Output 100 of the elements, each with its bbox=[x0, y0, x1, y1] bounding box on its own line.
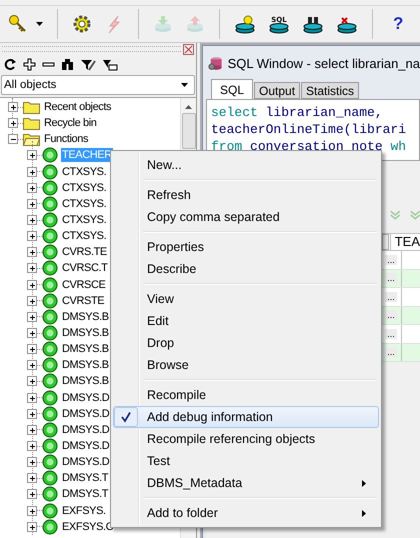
tree-item[interactable]: CTXSYS. bbox=[61, 213, 108, 228]
tree-item[interactable]: EXFSYS. bbox=[61, 504, 107, 518]
menu-item[interactable]: Describe bbox=[113, 258, 379, 280]
expand-icon[interactable] bbox=[27, 328, 37, 338]
scroll-thumb[interactable] bbox=[182, 113, 196, 149]
object-filter-dropdown[interactable]: All objects bbox=[1, 75, 195, 95]
expand-icon[interactable] bbox=[27, 473, 37, 484]
expand-icon[interactable] bbox=[27, 247, 37, 258]
expand-icon[interactable] bbox=[27, 150, 37, 160]
function-icon bbox=[42, 390, 58, 406]
menu-item[interactable]: Browse bbox=[113, 354, 379, 376]
tree-item[interactable]: CTXSYS. bbox=[61, 164, 108, 179]
menu-item[interactable]: Test bbox=[113, 450, 379, 472]
expand-icon[interactable] bbox=[27, 344, 37, 354]
expand-icon[interactable] bbox=[27, 489, 37, 500]
expand-icon[interactable] bbox=[27, 392, 37, 403]
menu-item[interactable]: Properties bbox=[113, 236, 379, 258]
tree-item[interactable]: DMSYS.B bbox=[61, 358, 110, 372]
tab[interactable]: SQL bbox=[211, 79, 254, 99]
tree-item[interactable]: DMSYS.D bbox=[61, 439, 110, 454]
tree-item[interactable]: Recent objects bbox=[43, 100, 112, 114]
database-import-icon bbox=[153, 14, 173, 34]
function-icon bbox=[42, 373, 58, 390]
function-icon bbox=[42, 518, 58, 535]
expand-icon[interactable] bbox=[27, 506, 37, 516]
menu-item[interactable]: DBMS_Metadata bbox=[113, 472, 379, 494]
row-detail-button[interactable]: ... bbox=[385, 254, 397, 265]
caret-icon bbox=[181, 83, 188, 87]
tree-item[interactable]: CVRSTE bbox=[61, 294, 106, 308]
expand-icon[interactable] bbox=[27, 360, 37, 370]
tree-item[interactable]: CVRSC.T bbox=[61, 261, 108, 276]
menu-item[interactable]: Recompile bbox=[113, 384, 379, 406]
tree-item[interactable]: CVRS.TE bbox=[61, 245, 108, 260]
row-detail-button[interactable]: ... bbox=[385, 347, 397, 358]
menu-item[interactable]: View bbox=[113, 288, 379, 310]
function-icon bbox=[42, 260, 58, 276]
add-icon[interactable] bbox=[23, 58, 36, 70]
function-icon bbox=[42, 276, 58, 293]
help-button[interactable]: ? bbox=[383, 10, 414, 38]
tree-item[interactable]: DMSYS.B bbox=[61, 374, 110, 388]
function-icon bbox=[42, 147, 58, 164]
expand-icon[interactable] bbox=[8, 102, 18, 112]
row-detail-button[interactable]: ... bbox=[385, 310, 397, 320]
tree-item[interactable]: DMSYS.D bbox=[61, 455, 110, 470]
tree-item[interactable]: CTXSYS. bbox=[61, 229, 108, 244]
grid-corner[interactable] bbox=[382, 234, 389, 250]
tree-item[interactable]: DMSYS.D bbox=[61, 422, 110, 437]
expand-icon[interactable] bbox=[27, 166, 37, 177]
expand-icon[interactable] bbox=[27, 457, 37, 468]
expand-icon[interactable] bbox=[27, 408, 37, 419]
menu-item[interactable]: Recompile referencing objects bbox=[113, 428, 379, 450]
expand-icon[interactable] bbox=[27, 280, 37, 290]
row-detail-button[interactable]: ... bbox=[385, 292, 397, 302]
folder-icon bbox=[23, 116, 40, 130]
expand-icon[interactable] bbox=[27, 424, 37, 435]
tree-item[interactable]: DMSYS.T bbox=[61, 471, 110, 486]
refresh-icon[interactable] bbox=[4, 58, 17, 70]
tree-item[interactable]: EXFSYS.C bbox=[61, 520, 114, 534]
filter-icon[interactable] bbox=[102, 58, 118, 70]
tree-item[interactable]: DMSYS.D bbox=[61, 406, 110, 421]
expand-icon[interactable] bbox=[27, 263, 37, 274]
expand-icon[interactable] bbox=[27, 522, 37, 532]
binoculars-icon[interactable] bbox=[61, 58, 74, 70]
menu-item[interactable]: Refresh bbox=[113, 184, 379, 206]
tree-item[interactable]: DMSYS.B bbox=[61, 342, 110, 356]
expand-icon[interactable] bbox=[27, 312, 37, 322]
tree-item[interactable]: DMSYS.T bbox=[61, 487, 110, 502]
column-header[interactable]: TEA bbox=[390, 234, 420, 250]
expand-icon[interactable] bbox=[27, 215, 37, 226]
scroll-up-icon[interactable] bbox=[185, 105, 192, 109]
tab[interactable]: Output bbox=[254, 82, 300, 99]
row-detail-button[interactable]: ... bbox=[385, 273, 397, 284]
expand-icon[interactable] bbox=[27, 231, 37, 242]
tree-item[interactable]: CTXSYS. bbox=[61, 180, 108, 195]
close-icon[interactable] bbox=[183, 44, 194, 54]
tree-item[interactable]: CVRSCE bbox=[61, 278, 106, 292]
filter-icon[interactable] bbox=[80, 58, 96, 70]
tree-item[interactable]: Functions bbox=[43, 132, 90, 146]
menu-item[interactable]: Drop bbox=[113, 332, 379, 354]
menu-item[interactable]: Add to folder bbox=[113, 502, 379, 524]
expand-icon[interactable] bbox=[27, 198, 37, 209]
row-detail-button[interactable]: ... bbox=[385, 328, 397, 339]
key-icon bbox=[8, 14, 28, 34]
expand-icon[interactable] bbox=[27, 376, 37, 386]
tree-item[interactable]: DMSYS.D bbox=[61, 390, 110, 405]
menu-item[interactable]: Edit bbox=[113, 310, 379, 332]
expand-icon[interactable] bbox=[27, 441, 37, 452]
collapse-icon[interactable] bbox=[8, 134, 18, 144]
function-icon bbox=[42, 486, 58, 502]
menu-item[interactable]: Copy comma separated bbox=[113, 206, 379, 228]
expand-icon[interactable] bbox=[8, 118, 18, 128]
tree-item[interactable]: DMSYS.B bbox=[61, 310, 110, 324]
tab[interactable]: Statistics bbox=[301, 82, 360, 99]
tree-item[interactable]: CTXSYS. bbox=[61, 196, 108, 211]
menu-item[interactable]: Add debug information bbox=[113, 406, 379, 428]
expand-icon[interactable] bbox=[27, 182, 37, 193]
tree-item[interactable]: Recycle bin bbox=[43, 116, 98, 130]
tree-item[interactable]: DMSYS.B bbox=[61, 326, 110, 340]
expand-icon[interactable] bbox=[27, 296, 37, 306]
function-icon bbox=[42, 228, 58, 244]
